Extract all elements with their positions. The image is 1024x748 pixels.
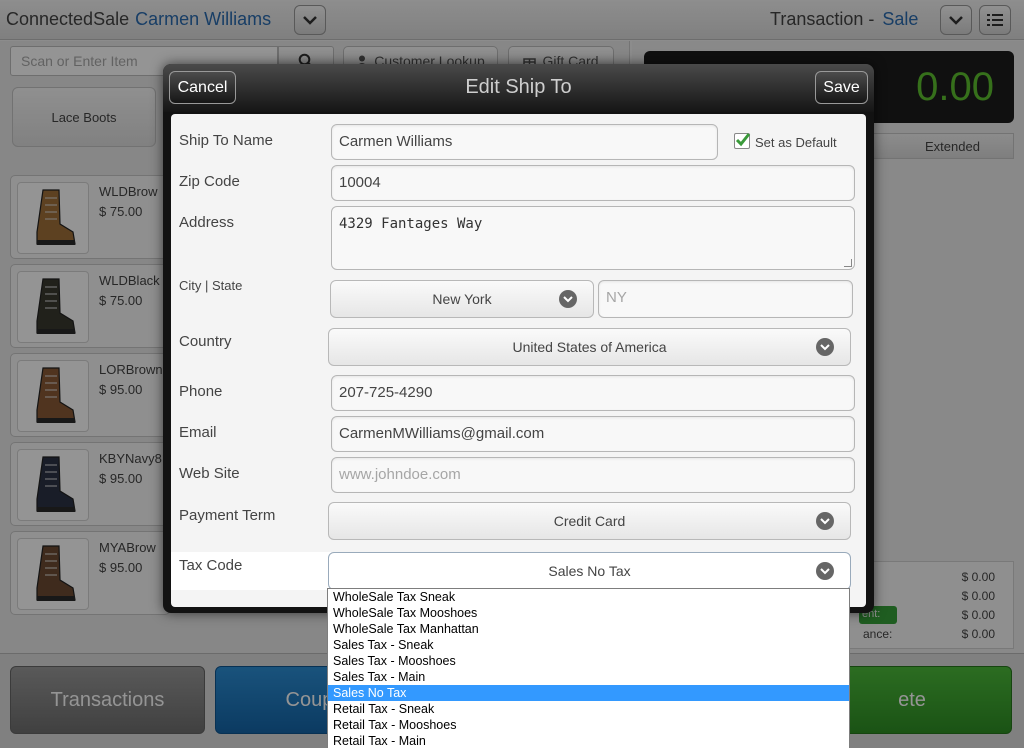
zip-code-input[interactable]: 10004 — [331, 165, 855, 201]
set-default-checkbox[interactable] — [734, 133, 751, 149]
tax-code-option[interactable]: Retail Tax - Mooshoes — [328, 717, 849, 733]
website-input[interactable]: www.johndoe.com — [331, 457, 855, 493]
country-label: Country — [179, 333, 232, 350]
chevron-down-icon — [816, 338, 834, 356]
city-state-label: City | State — [179, 278, 243, 293]
dialog-header: Cancel Edit Ship To Save — [163, 64, 874, 112]
dialog-body: Ship To Name Carmen Williams Set as Defa… — [171, 114, 866, 607]
tax-code-option[interactable]: Sales Tax - Main — [328, 669, 849, 685]
save-button[interactable]: Save — [815, 71, 868, 104]
dialog-title: Edit Ship To — [465, 76, 572, 98]
email-input[interactable]: CarmenMWilliams@gmail.com — [331, 416, 855, 452]
payment-term-label: Payment Term — [179, 507, 276, 524]
country-select[interactable]: United States of America — [328, 328, 851, 366]
address-value: 4329 Fantages Way — [339, 216, 483, 232]
edit-ship-to-dialog: Cancel Edit Ship To Save Ship To Name Ca… — [163, 64, 874, 613]
phone-label: Phone — [179, 383, 223, 400]
payment-term-select[interactable]: Credit Card — [328, 502, 851, 540]
tax-code-option[interactable]: WholeSale Tax Manhattan — [328, 621, 849, 637]
ship-to-name-label: Ship To Name — [179, 132, 273, 149]
tax-code-option[interactable]: WholeSale Tax Mooshoes — [328, 605, 849, 621]
city-value: New York — [432, 291, 492, 307]
address-label: Address — [179, 214, 235, 231]
tax-code-label: Tax Code — [179, 557, 243, 574]
address-textarea[interactable]: 4329 Fantages Way — [331, 206, 855, 270]
city-select[interactable]: New York — [330, 280, 594, 318]
set-default-label: Set as Default — [755, 135, 837, 150]
resize-handle[interactable] — [844, 259, 852, 267]
country-value: United States of America — [512, 339, 667, 355]
payment-term-value: Credit Card — [553, 513, 626, 529]
tax-code-dropdown-list: WholeSale Tax Sneak WholeSale Tax Mooshoe… — [327, 588, 850, 748]
checkmark-icon — [735, 133, 751, 147]
phone-input[interactable]: 207-725-4290 — [331, 375, 855, 411]
zip-code-label: Zip Code — [179, 173, 240, 190]
ship-to-name-input[interactable]: Carmen Williams — [331, 124, 718, 160]
tax-code-option[interactable]: WholeSale Tax Sneak — [328, 589, 849, 605]
tax-code-value: Sales No Tax — [548, 563, 631, 579]
state-input[interactable]: NY — [598, 280, 853, 318]
tax-code-option[interactable]: Sales No Tax — [328, 685, 849, 701]
chevron-down-icon — [559, 290, 577, 308]
tax-code-option[interactable]: Sales Tax - Mooshoes — [328, 653, 849, 669]
tax-code-option[interactable]: Retail Tax - Main — [328, 733, 849, 748]
chevron-down-icon — [816, 562, 834, 580]
chevron-down-icon — [816, 512, 834, 530]
tax-code-option[interactable]: Sales Tax - Sneak — [328, 637, 849, 653]
website-label: Web Site — [179, 465, 240, 482]
tax-code-select[interactable]: Sales No Tax — [328, 552, 851, 590]
email-label: Email — [179, 424, 217, 441]
tax-code-option[interactable]: Retail Tax - Sneak — [328, 701, 849, 717]
